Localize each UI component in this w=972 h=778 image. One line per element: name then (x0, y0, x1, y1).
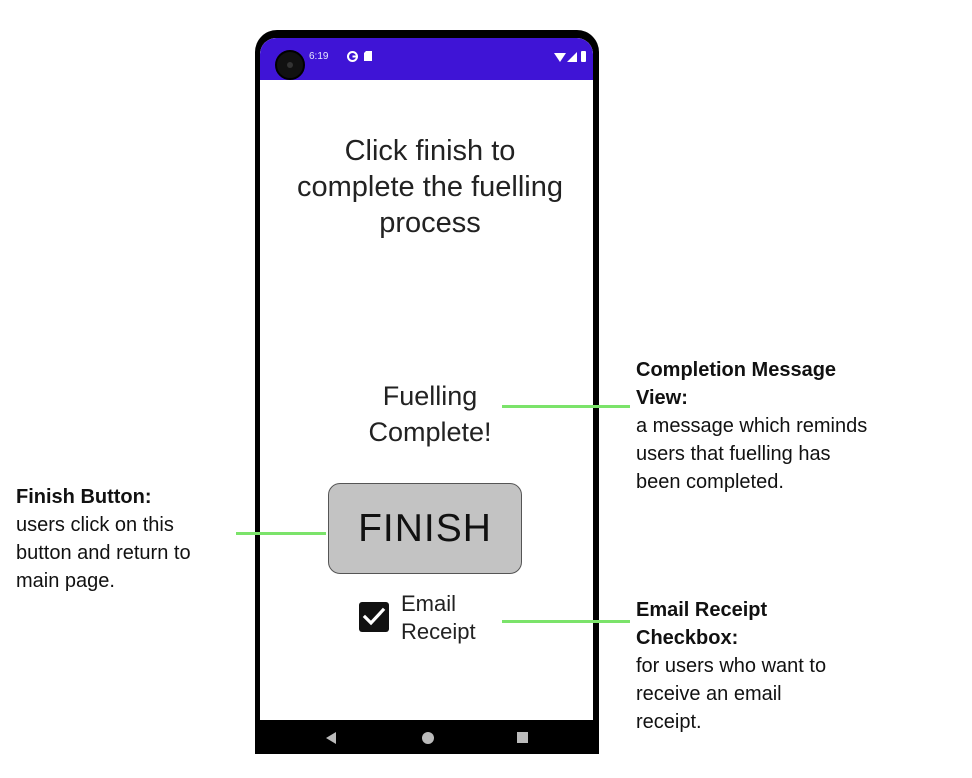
phone-frame: 6:19 Click finish to complete the fuelli… (255, 30, 599, 754)
finish-annotation-desc1: users click on this (16, 514, 174, 536)
email-annotation-title2: Checkbox: (636, 627, 739, 649)
finish-annotation: Finish Button: users click on this butto… (16, 483, 191, 595)
camera-icon (275, 50, 305, 80)
completion-annotation: Completion Message View: a message which… (636, 356, 867, 496)
email-connector (502, 620, 630, 623)
email-annotation: Email Receipt Checkbox: for users who wa… (636, 596, 826, 736)
wifi-icon (554, 53, 566, 62)
completion-annotation-desc3: been completed. (636, 471, 784, 493)
email-receipt-label-line1: Email (401, 591, 457, 616)
app-screen: 6:19 Click finish to complete the fuelli… (260, 38, 593, 720)
status-bar: 6:19 (260, 38, 593, 80)
completion-annotation-title2: View: (636, 387, 688, 409)
email-annotation-desc3: receipt. (636, 711, 702, 733)
completion-annotation-title1: Completion Message (636, 359, 837, 381)
signal-icon (567, 52, 577, 62)
completion-annotation-desc2: users that fuelling has (636, 443, 831, 465)
email-receipt-label-line2: Receipt (401, 619, 476, 644)
completion-connector (502, 405, 630, 408)
battery-icon (581, 51, 586, 62)
email-annotation-title1: Email Receipt (636, 599, 768, 621)
email-annotation-desc2: receive an email (636, 683, 782, 705)
finish-annotation-title: Finish Button: (16, 486, 152, 508)
back-icon[interactable] (326, 732, 336, 744)
email-annotation-desc1: for users who want to (636, 655, 827, 677)
home-icon[interactable] (422, 732, 434, 744)
email-receipt-checkbox[interactable] (359, 602, 389, 632)
navigation-bar (260, 720, 593, 754)
checkmark-icon (362, 607, 386, 626)
instruction-text: Click finish to complete the fuelling pr… (297, 135, 563, 239)
finish-annotation-desc3: main page. (16, 570, 115, 592)
finish-button[interactable]: FINISH (328, 483, 522, 574)
email-receipt-label[interactable]: Email Receipt (401, 590, 476, 646)
notification-icon (347, 51, 358, 62)
sd-card-icon (364, 51, 374, 61)
finish-annotation-desc2: button and return to (16, 542, 191, 564)
completion-message: Fuelling Complete! (368, 381, 492, 447)
status-time: 6:19 (309, 51, 329, 62)
completion-annotation-desc1: a message which reminds (636, 415, 868, 437)
recent-apps-icon[interactable] (517, 732, 528, 743)
finish-connector (236, 532, 326, 535)
